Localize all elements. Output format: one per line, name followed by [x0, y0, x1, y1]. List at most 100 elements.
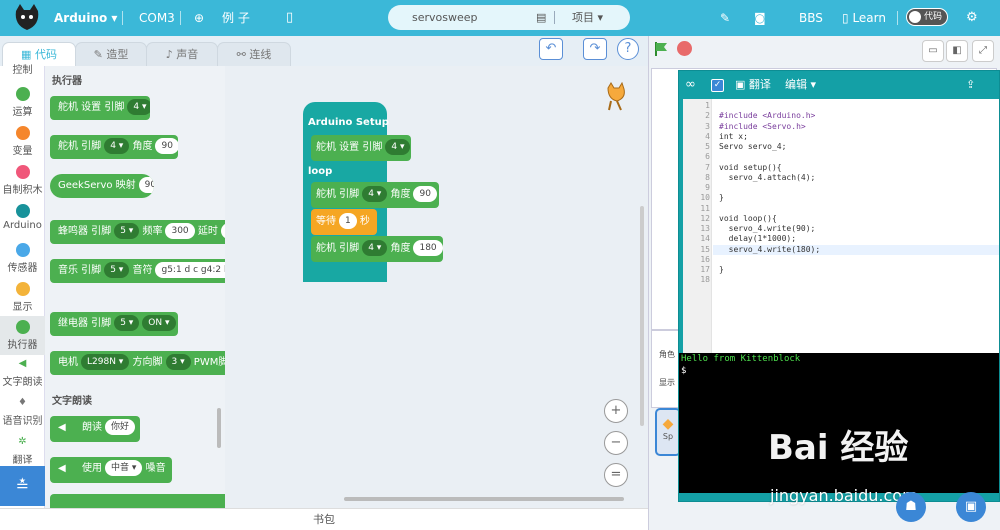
pin-dropdown[interactable]: 4 ▾	[362, 240, 388, 256]
undo-button[interactable]: ↶	[539, 38, 563, 60]
block-relay[interactable]: 继电器 引脚 5 ▾ ON ▾	[50, 312, 178, 336]
edit-menu[interactable]: 编辑 ▾	[785, 71, 816, 99]
help-button[interactable]: ?	[617, 38, 639, 60]
pencil-icon[interactable]: ✎	[720, 0, 730, 36]
block-speak[interactable]: ◀ 朗读 你好	[50, 416, 140, 442]
fullscreen-button[interactable]: ⤢	[972, 40, 994, 62]
line-number: 12	[700, 213, 710, 223]
tab-label: 连线	[249, 48, 272, 61]
block-servo-setup[interactable]: 舵机 设置 引脚 4 ▾	[50, 96, 150, 120]
save-icon[interactable]: ▤	[536, 5, 546, 30]
category-control[interactable]: 控制	[0, 64, 45, 78]
stop-button[interactable]	[677, 41, 692, 56]
block-text: GeekServo 映射	[58, 180, 136, 191]
pin-dropdown[interactable]: 4 ▾	[127, 99, 150, 115]
pin-dropdown[interactable]: 4 ▾	[362, 186, 388, 202]
category-variables[interactable]: 变量	[0, 122, 45, 161]
block-music[interactable]: 音乐 引脚5 ▾ 音符g5:1 d c g4:2 b:1	[50, 259, 225, 283]
text-input[interactable]: 你好	[105, 419, 136, 435]
learn-link[interactable]: ▯ Learn	[842, 0, 886, 36]
pin-dropdown[interactable]: 4 ▾	[104, 138, 130, 154]
backpack-bar[interactable]: 书包	[0, 508, 648, 530]
board-icon[interactable]: ▯	[286, 0, 293, 36]
category-label: 翻译	[12, 455, 33, 466]
globe-icon[interactable]: ⊕	[194, 0, 204, 36]
script-workspace[interactable]	[225, 66, 648, 508]
block-text: 角度	[132, 141, 153, 152]
block-servo-angle[interactable]: 舵机 引脚 4 ▾ 角度 90	[50, 135, 178, 159]
zoom-out-button[interactable]: −	[604, 431, 628, 455]
category-arduino[interactable]: Arduino	[0, 200, 45, 239]
category-actuators[interactable]: 执行器	[0, 316, 45, 355]
tab-code[interactable]: ▦ 代码	[2, 42, 76, 66]
green-flag-icon[interactable]	[653, 41, 669, 57]
pin-dropdown[interactable]: 5 ▾	[114, 315, 140, 331]
block-partial[interactable]	[50, 494, 225, 508]
block-text: 舵机 设置 引脚	[316, 142, 383, 153]
block-text: 秒	[359, 216, 370, 227]
editable-checkbox[interactable]: ✓	[711, 79, 724, 92]
project-menu[interactable]: 项目 ▾	[572, 5, 603, 30]
tab-sound[interactable]: ♪ 声音	[146, 42, 218, 66]
ws-block-servo-angle-2[interactable]: 舵机 引脚 4 ▾ 角度 180	[311, 236, 443, 262]
translate-button[interactable]: ▣ 翻译	[735, 71, 771, 99]
port-select[interactable]: COM3	[139, 0, 175, 36]
block-motor[interactable]: 电机 L298N ▾ 方向脚 3 ▾ PWM脚	[50, 351, 225, 375]
value-input[interactable]: 90	[138, 177, 154, 193]
ws-block-servo-setup[interactable]: 舵机 设置 引脚 4 ▾	[311, 135, 411, 161]
line-number: 17	[700, 265, 710, 274]
gear-icon[interactable]: ⚙	[966, 0, 978, 36]
pin-dropdown[interactable]: 5 ▾	[104, 262, 130, 278]
category-my-blocks[interactable]: 自制积木	[0, 161, 45, 200]
code-toggle[interactable]: 代码	[906, 8, 948, 26]
ws-block-wait[interactable]: 等待 1 秒	[311, 209, 377, 235]
code-line: delay(1*1000);	[719, 234, 797, 244]
category-text-to-speech[interactable]: ◀ 文字朗读	[0, 355, 45, 394]
examples-menu[interactable]: 例 子	[222, 0, 250, 36]
code-area[interactable]: 1 2 3 4 5 6 7 8 9 10 11 12 13 14 15 16 1…	[683, 99, 999, 353]
pin-dropdown[interactable]: 5 ▾	[114, 223, 140, 239]
tab-wiring[interactable]: ⚯ 连线	[217, 42, 291, 66]
category-sensors[interactable]: 传感器	[0, 239, 45, 278]
small-stage-button[interactable]: ▭	[922, 40, 944, 62]
angle-input[interactable]: 180	[413, 240, 443, 256]
bbs-link[interactable]: BBS	[799, 0, 823, 36]
category-speech-recognition[interactable]: ♦ 语音识别	[0, 394, 45, 433]
upload-icon[interactable]: ⇪	[966, 71, 975, 99]
category-label: 变量	[12, 146, 33, 157]
add-sprite-button[interactable]: ☗	[896, 492, 926, 522]
ws-block-servo-angle[interactable]: 舵机 引脚 4 ▾ 角度 90	[311, 182, 439, 208]
redo-button[interactable]: ↷	[583, 38, 607, 60]
category-operators[interactable]: 运算	[0, 83, 45, 122]
zoom-in-button[interactable]: +	[604, 399, 628, 423]
voice-dropdown[interactable]: 中音 ▾	[105, 460, 143, 476]
tab-costume[interactable]: ✎ 造型	[75, 42, 147, 66]
state-dropdown[interactable]: ON ▾	[142, 315, 176, 331]
loop-label: loop	[308, 166, 333, 177]
pin-dropdown[interactable]: 4 ▾	[385, 139, 411, 155]
block-voice[interactable]: ◀ 使用 中音 ▾ 嗓音	[50, 457, 172, 483]
workspace-scrollbar[interactable]	[344, 497, 624, 501]
kittenblock-logo-icon	[15, 4, 39, 30]
seconds-input[interactable]: 1	[339, 213, 357, 229]
driver-dropdown[interactable]: L298N ▾	[81, 354, 130, 370]
notes-input[interactable]: g5:1 d c g4:2 b:1	[155, 262, 225, 278]
board-select[interactable]: Arduino ▾	[54, 0, 117, 36]
extensions-button[interactable]: ≛	[0, 466, 45, 506]
category-display[interactable]: 显示	[0, 278, 45, 317]
palette-scrollbar[interactable]	[217, 408, 221, 448]
block-buzzer[interactable]: 蜂鸣器 引脚5 ▾ 频率300 延时5	[50, 220, 225, 244]
angle-input[interactable]: 90	[155, 138, 178, 154]
large-stage-button[interactable]: ◧	[946, 40, 968, 62]
project-name-input[interactable]: servosweep	[412, 5, 478, 30]
line-number: 8	[705, 172, 710, 182]
workspace-vertical-scrollbar[interactable]	[640, 206, 644, 426]
add-backdrop-button[interactable]: ▣	[956, 492, 986, 522]
pin-dropdown[interactable]: 3 ▾	[165, 354, 191, 370]
frequency-input[interactable]: 300	[165, 223, 195, 239]
angle-input[interactable]: 90	[413, 186, 437, 202]
speaker-icon: ◀	[58, 463, 66, 474]
zoom-reset-button[interactable]: =	[604, 463, 628, 487]
block-geekservo-map[interactable]: GeekServo 映射 90	[50, 174, 154, 198]
camera-icon[interactable]: ◙	[754, 0, 766, 36]
